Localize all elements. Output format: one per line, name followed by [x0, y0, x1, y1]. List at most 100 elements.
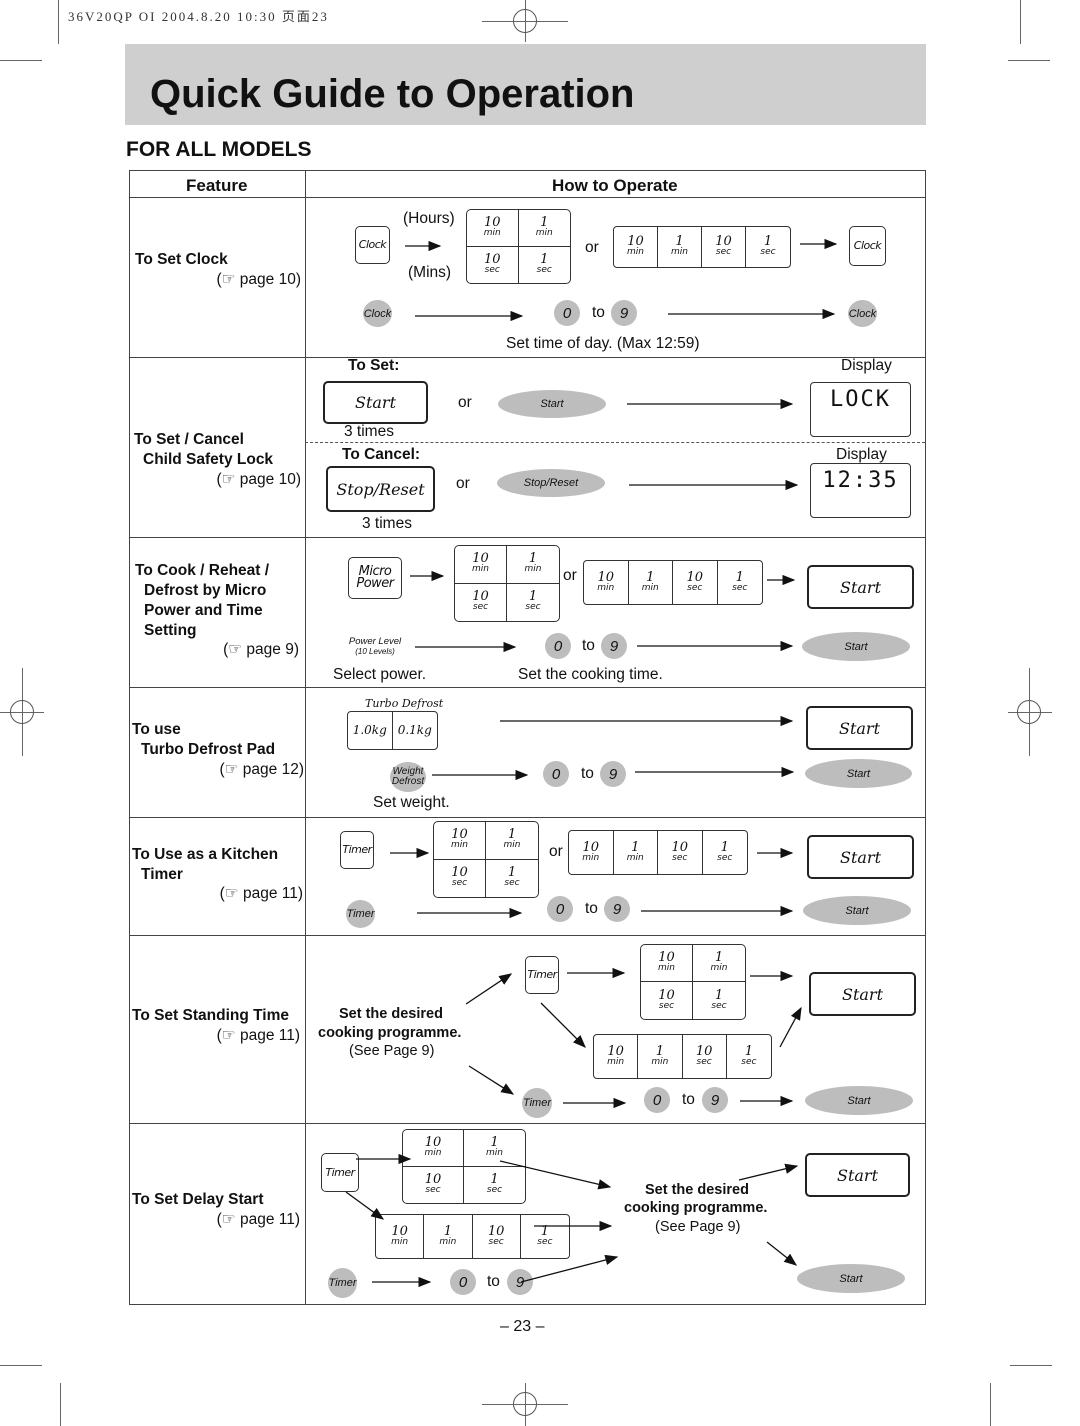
digit-9: 9: [507, 1269, 533, 1295]
crop-mark: [1010, 1365, 1052, 1366]
time-key-10-sec: 10 sec: [455, 583, 507, 621]
crop-mark: [0, 1365, 42, 1366]
section-subtitle: FOR ALL MODELS: [126, 138, 312, 161]
or-label: or: [458, 394, 472, 411]
stop-reset-dial-button: Stop/Reset: [497, 469, 605, 497]
clock-key: Clock: [849, 226, 886, 266]
timer-dial-button: Timer: [522, 1088, 552, 1118]
digit-0: 0: [554, 300, 580, 326]
kg-key-2: 0.1kg: [397, 723, 432, 737]
time-key-10-min: 10 min: [467, 210, 519, 247]
time-key-10-min: 10 min: [455, 546, 507, 584]
time-row-keys: 10 min 1 min 10 sec 1 sec: [593, 1034, 772, 1079]
time-key-1-sec: 1 sec: [717, 839, 733, 863]
page-ref: (☞ page 10): [216, 471, 301, 488]
time-key-1-min: 1 min: [614, 831, 658, 874]
time-key-10-min: 10 min: [569, 831, 614, 874]
time-key-10-min: 10 min: [376, 1215, 425, 1258]
digit-0: 0: [450, 1269, 476, 1295]
digit-0: 0: [547, 896, 573, 922]
crop-mark: [990, 1383, 991, 1426]
micro-power-key: Micro Power: [348, 557, 402, 599]
page-ref: (☞ page 10): [216, 271, 301, 288]
time-grid-keys: 10 min 1 min 10 sec 1 sec: [402, 1129, 526, 1204]
page-title: Quick Guide to Operation: [150, 72, 635, 116]
time-key-10-sec: 10 sec: [641, 982, 693, 1019]
registration-mark: [10, 700, 34, 724]
start-dial-button: Start: [805, 759, 912, 788]
divider-dashed: [305, 442, 925, 443]
time-key-10-sec: 10 sec: [702, 227, 746, 267]
crop-mark: [58, 0, 59, 44]
timer-key: Timer: [340, 831, 374, 869]
registration-mark: [513, 1392, 537, 1416]
digit-9: 9: [702, 1087, 728, 1113]
time-key-1-sec: 1 sec: [536, 251, 552, 275]
time-grid-keys: 10 min 1 min 10 sec 1 sec: [454, 545, 560, 622]
to-label: to: [682, 1091, 695, 1108]
start-key: Start: [806, 706, 913, 750]
digit-0: 0: [545, 633, 571, 659]
turbo-defrost-pad: 1.0kg 0.1kg: [347, 711, 438, 750]
to-cancel-label: To Cancel:: [342, 446, 421, 463]
digit-9: 9: [600, 761, 626, 787]
time-key-1-sec: 1 sec: [486, 1171, 503, 1195]
crop-mark: [0, 60, 42, 61]
time-key-10-min: 10 min: [614, 227, 658, 267]
timer-dial-button: Timer: [346, 900, 375, 928]
desired-programme-note: Set the desired: [645, 1182, 749, 1198]
digit-0: 0: [543, 761, 569, 787]
select-power-note: Select power.: [333, 666, 427, 683]
or-label: or: [456, 475, 470, 492]
page-ref: (☞ page 11): [219, 885, 303, 902]
time-key-10-sec: 10 sec: [683, 1035, 727, 1078]
to-label: to: [592, 304, 605, 321]
print-header: 36V20QP OI 2004.8.20 10:30 页面23: [68, 9, 329, 24]
power-level-dial: Power Level (10 Levels): [348, 636, 402, 657]
time-key-10-min: 10 min: [434, 822, 486, 860]
time-key-10-sec: 10 sec: [473, 1215, 521, 1258]
time-row-keys: 10 min 1 min 10 sec 1 sec: [583, 560, 763, 605]
hours-label: (Hours): [403, 210, 455, 227]
time-key-10-min: 10 min: [594, 1035, 639, 1078]
time-grid-keys: 10 min 1 min 10 sec 1 sec: [433, 821, 539, 898]
time-key-1-min: 1 min: [424, 1215, 473, 1258]
weight-defrost-dial: Weight Defrost: [390, 762, 426, 792]
digit-9: 9: [604, 896, 630, 922]
crop-mark: [1008, 60, 1050, 61]
time-key-1-min: 1 min: [507, 546, 559, 584]
time-key-1-min: 1 min: [464, 1130, 525, 1167]
time-key-1-sec: 1 sec: [537, 1223, 553, 1247]
clock-dial-button: Clock: [363, 300, 392, 327]
crop-mark: [60, 1383, 61, 1426]
digit-0: 0: [644, 1087, 670, 1113]
time-key-1-sec: 1 sec: [760, 234, 776, 257]
desired-programme-note: cooking programme.: [624, 1200, 768, 1216]
start-key: Start: [807, 835, 914, 879]
start-key: Start: [323, 381, 428, 424]
time-row-keys: 10 min 1 min 10 sec 1 sec: [375, 1214, 570, 1259]
or-label: or: [549, 843, 563, 860]
time-key-1-min: 1 min: [486, 822, 538, 860]
timer-key: Timer: [321, 1153, 359, 1192]
desired-programme-note: Set the desired: [339, 1006, 443, 1022]
page-ref: (☞ page 11): [216, 1027, 300, 1044]
time-row-keys: 10 min 1 min 10 sec 1 sec: [568, 830, 748, 875]
time-key-1-sec: 1 sec: [711, 987, 727, 1011]
header-how-to-operate: How to Operate: [552, 176, 678, 195]
time-key-10-min: 10 min: [641, 945, 693, 982]
digit-9: 9: [611, 300, 637, 326]
times-label: 3 times: [344, 423, 394, 440]
display-lock: LOCK: [810, 382, 911, 437]
or-label: or: [563, 567, 577, 584]
time-key-10-sec: 10 sec: [403, 1166, 464, 1203]
start-dial-button: Start: [805, 1086, 913, 1115]
start-dial-button: Start: [797, 1264, 905, 1293]
time-key-10-sec: 10 sec: [673, 561, 718, 604]
time-grid-keys: 10 min 1 min 10 sec 1 sec: [466, 209, 571, 284]
desired-programme-note: cooking programme.: [318, 1025, 462, 1041]
crop-mark: [1020, 0, 1021, 44]
time-key-10-sec: 10 sec: [434, 859, 486, 897]
start-dial-button: Start: [802, 632, 910, 661]
time-key-1-min: 1 min: [658, 227, 702, 267]
